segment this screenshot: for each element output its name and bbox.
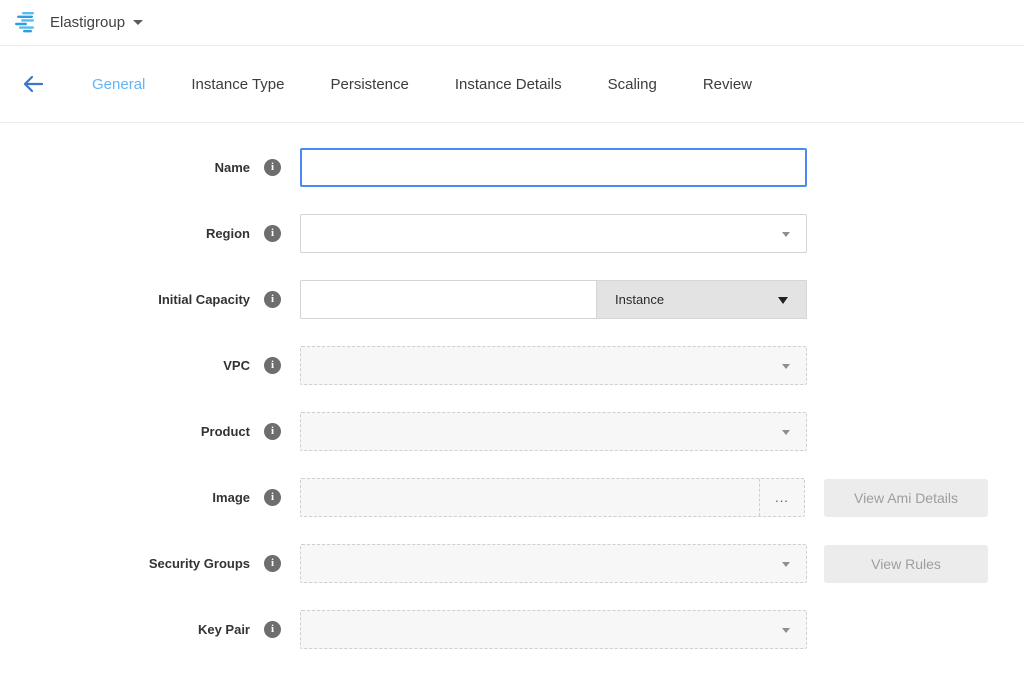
elastigroup-logo-icon xyxy=(14,11,40,35)
key-pair-info-icon[interactable]: i xyxy=(264,621,281,638)
tab-scaling[interactable]: Scaling xyxy=(608,76,657,93)
chevron-down-icon xyxy=(782,232,790,237)
name-label: Name xyxy=(0,160,250,175)
tab-instance-details[interactable]: Instance Details xyxy=(455,76,562,93)
chevron-down-icon xyxy=(782,430,790,435)
top-bar: Elastigroup xyxy=(0,0,1024,46)
name-info-icon[interactable]: i xyxy=(264,159,281,176)
image-input: ... xyxy=(300,478,805,517)
region-select[interactable] xyxy=(300,214,807,253)
region-label: Region xyxy=(0,226,250,241)
initial-capacity-input[interactable] xyxy=(300,280,597,319)
browse-image-button[interactable]: ... xyxy=(759,479,804,516)
view-ami-details-button[interactable]: View Ami Details xyxy=(824,479,988,517)
app-switcher-label[interactable]: Elastigroup xyxy=(50,14,125,31)
form-row-image: Image i ... View Ami Details xyxy=(0,478,1024,517)
product-label: Product xyxy=(0,424,250,439)
chevron-down-icon xyxy=(778,297,788,304)
tab-review[interactable]: Review xyxy=(703,76,752,93)
ellipsis-icon: ... xyxy=(775,490,789,505)
security-groups-label: Security Groups xyxy=(0,556,250,571)
security-groups-info-icon[interactable]: i xyxy=(264,555,281,572)
initial-capacity-info-icon[interactable]: i xyxy=(264,291,281,308)
product-info-icon[interactable]: i xyxy=(264,423,281,440)
chevron-down-icon xyxy=(782,364,790,369)
form-row-name: Name i xyxy=(0,148,1024,187)
back-arrow-icon xyxy=(22,75,44,93)
form-row-key-pair: Key Pair i xyxy=(0,610,1024,649)
form-row-initial-capacity: Initial Capacity i Instance xyxy=(0,280,1024,319)
wizard-tab-bar: General Instance Type Persistence Instan… xyxy=(0,46,1024,123)
region-info-icon[interactable]: i xyxy=(264,225,281,242)
initial-capacity-label: Initial Capacity xyxy=(0,292,250,307)
vpc-info-icon[interactable]: i xyxy=(264,357,281,374)
chevron-down-icon xyxy=(782,628,790,633)
vpc-select xyxy=(300,346,807,385)
chevron-down-icon[interactable] xyxy=(133,20,143,25)
capacity-unit-value: Instance xyxy=(615,292,664,307)
security-groups-select xyxy=(300,544,807,583)
general-settings-form: Name i Region i Initial Capacity i Insta… xyxy=(0,123,1024,649)
tab-persistence[interactable]: Persistence xyxy=(331,76,409,93)
form-row-security-groups: Security Groups i View Rules xyxy=(0,544,1024,583)
key-pair-select xyxy=(300,610,807,649)
back-button[interactable] xyxy=(20,71,46,97)
vpc-label: VPC xyxy=(0,358,250,373)
view-rules-button[interactable]: View Rules xyxy=(824,545,988,583)
form-row-product: Product i xyxy=(0,412,1024,451)
tab-general[interactable]: General xyxy=(92,76,145,93)
key-pair-label: Key Pair xyxy=(0,622,250,637)
tab-instance-type[interactable]: Instance Type xyxy=(191,76,284,93)
chevron-down-icon xyxy=(782,562,790,567)
name-input[interactable] xyxy=(300,148,807,187)
product-select xyxy=(300,412,807,451)
capacity-unit-select[interactable]: Instance xyxy=(597,280,807,319)
form-row-vpc: VPC i xyxy=(0,346,1024,385)
form-row-region: Region i xyxy=(0,214,1024,253)
image-info-icon[interactable]: i xyxy=(264,489,281,506)
image-label: Image xyxy=(0,490,250,505)
